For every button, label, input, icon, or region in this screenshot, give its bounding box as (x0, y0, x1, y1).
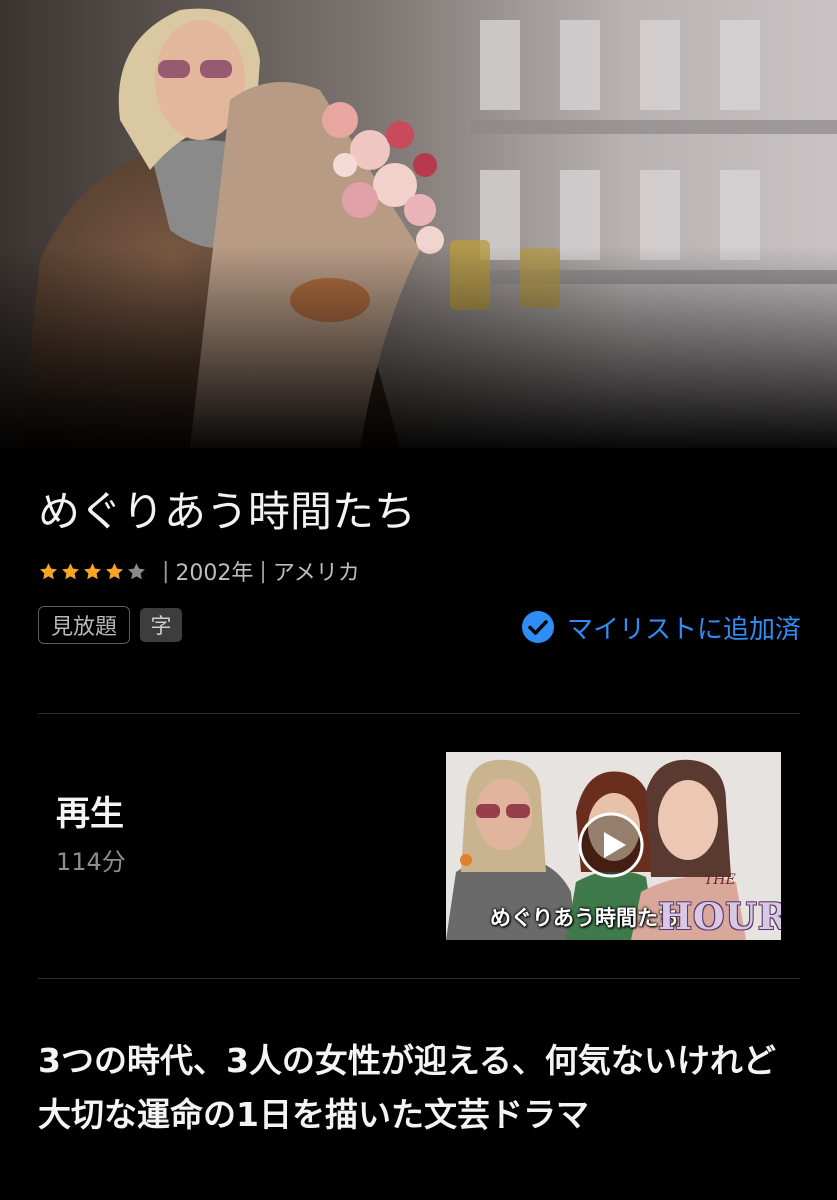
check-circle-icon (521, 611, 554, 643)
star-filled-icon (62, 562, 79, 579)
movie-meta: | 2002年 | アメリカ (38, 554, 360, 588)
mylist-button[interactable]: マイリストに追加済 (521, 606, 801, 648)
thumbnail-title: めぐりあう時間たち (490, 906, 679, 930)
video-thumbnail[interactable]: THE めぐりあう時間たち HOURS (446, 752, 781, 940)
star-filled-icon (40, 562, 57, 579)
subtitle-badge: 字 (140, 608, 183, 642)
hero-image (0, 0, 837, 448)
play-label: 再生 (56, 794, 124, 834)
release-year: 2002年 (175, 561, 254, 586)
movie-description: 3つの時代、3人の女性が迎える、何気ないけれど大切な運命の1日を描いた文芸ドラマ (38, 1041, 776, 1134)
country: アメリカ (272, 561, 360, 586)
play-section[interactable]: 再生 114分 THE めぐりあう時間たち HOURS (0, 714, 837, 978)
star-empty-icon (128, 562, 145, 579)
divider (38, 978, 800, 979)
rating-stars (38, 561, 148, 582)
play-duration: 114分 (56, 848, 126, 876)
meta-separator: | (162, 558, 170, 584)
mylist-label: マイリストに追加済 (566, 614, 801, 645)
meta-separator: | (259, 558, 267, 584)
play-icon[interactable] (578, 812, 644, 878)
star-filled-icon (106, 562, 123, 579)
star-filled-icon (84, 562, 101, 579)
movie-title: めぐりあう時間たち (38, 487, 417, 536)
thumbnail-logo-small: THE (704, 872, 736, 888)
availability-badge: 見放題 (38, 606, 131, 644)
thumbnail-logo: HOURS (658, 896, 781, 938)
badge-row: 見放題 字 (38, 606, 183, 644)
